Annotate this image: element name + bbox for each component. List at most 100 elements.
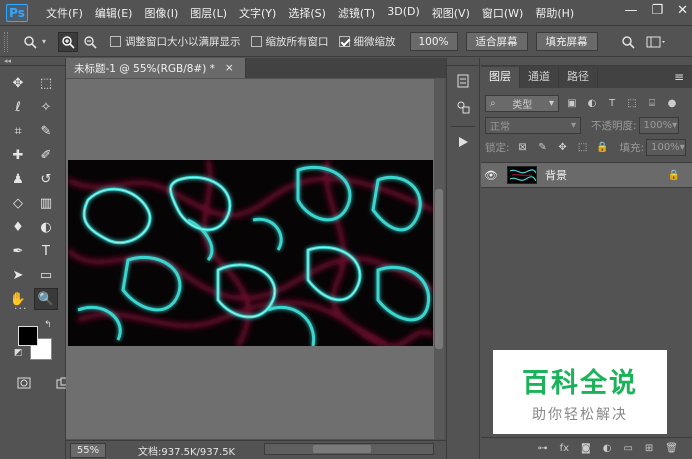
- lock-position-icon[interactable]: ✥: [556, 140, 570, 154]
- tool-preset-picker[interactable]: ▾: [20, 32, 46, 52]
- link-layers-icon[interactable]: ⊶: [538, 443, 548, 454]
- chevron-down-icon[interactable]: ▾: [42, 37, 46, 46]
- layer-filter-select[interactable]: ⌕ 类型 ▾: [485, 94, 559, 112]
- fx-icon[interactable]: fx: [560, 443, 569, 454]
- healing-brush-tool-icon[interactable]: ✚: [6, 144, 30, 166]
- new-group-icon[interactable]: ▭: [623, 443, 632, 454]
- clone-stamp-tool-icon[interactable]: ♟: [6, 168, 30, 190]
- menu-item[interactable]: 窗口(W): [476, 5, 529, 21]
- gradient-tool-icon[interactable]: ▥: [34, 192, 58, 214]
- filter-toggle-icon[interactable]: ●: [665, 96, 679, 110]
- smart-object-filter-icon[interactable]: ⌸: [645, 96, 659, 110]
- menu-item[interactable]: 文字(Y): [233, 5, 282, 21]
- magic-wand-tool-icon[interactable]: ✧: [34, 96, 58, 118]
- rectangle-tool-icon[interactable]: ▭: [34, 264, 58, 286]
- search-icon[interactable]: [618, 32, 638, 52]
- resize-windows-option[interactable]: 调整窗口大小以满屏显示: [110, 34, 241, 49]
- vertical-scrollbar[interactable]: [434, 79, 444, 439]
- history-panel-icon[interactable]: [450, 70, 476, 92]
- crop-tool-icon[interactable]: ⌗: [6, 120, 30, 142]
- pixel-filter-icon[interactable]: ▣: [565, 96, 579, 110]
- restore-button[interactable]: ❐: [651, 3, 663, 18]
- zoom-all-windows-option[interactable]: 缩放所有窗口: [250, 34, 329, 49]
- play-actions-icon[interactable]: [450, 131, 476, 153]
- tools-panel-header[interactable]: ◂◂: [0, 58, 65, 66]
- zoom-tool-icon[interactable]: 🔍: [34, 288, 58, 310]
- adjustment-layer-icon[interactable]: ◐: [603, 443, 612, 454]
- path-selection-tool-icon[interactable]: ➤: [6, 264, 30, 286]
- move-tool-icon[interactable]: ✥: [6, 72, 30, 94]
- opacity-field[interactable]: 100% ▾: [638, 116, 679, 134]
- zoom-in-icon[interactable]: [58, 31, 79, 52]
- add-mask-icon[interactable]: ◙: [581, 443, 591, 454]
- new-layer-icon[interactable]: ⊞: [645, 443, 653, 454]
- menu-item[interactable]: 滤镜(T): [332, 5, 381, 21]
- menu-item[interactable]: 文件(F): [40, 5, 89, 21]
- scrubby-zoom-checkbox[interactable]: [338, 36, 350, 47]
- document-image[interactable]: [68, 160, 433, 346]
- fill-field[interactable]: 100% ▾: [646, 138, 687, 156]
- minimize-button[interactable]: —: [624, 3, 637, 18]
- pen-tool-icon[interactable]: ✒: [6, 240, 30, 262]
- layer-row-background[interactable]: 👁 背景 🔒: [481, 162, 692, 188]
- scrubby-zoom-label: 细微缩放: [353, 36, 396, 48]
- brush-tool-icon[interactable]: ✐: [34, 144, 58, 166]
- zoom-out-icon[interactable]: [80, 32, 100, 52]
- eye-icon[interactable]: 👁: [481, 169, 501, 182]
- menu-item[interactable]: 编辑(E): [89, 5, 139, 21]
- scrubby-zoom-option[interactable]: 细微缩放: [338, 34, 396, 49]
- layers-panel-header[interactable]: [481, 58, 692, 66]
- zoom-tool-preset-icon[interactable]: [20, 32, 40, 52]
- blur-tool-icon[interactable]: ♦: [6, 216, 30, 238]
- properties-panel-icon[interactable]: [450, 96, 476, 118]
- delete-layer-icon[interactable]: 🗑: [665, 443, 678, 454]
- more-tools-icon[interactable]: ···: [14, 302, 28, 315]
- zoom-all-windows-checkbox[interactable]: [250, 36, 262, 47]
- tab-channels[interactable]: 通道: [520, 67, 559, 88]
- panel-grip[interactable]: [4, 31, 8, 52]
- foreground-color-swatch[interactable]: [18, 326, 38, 346]
- workspace-switcher-icon[interactable]: [644, 32, 670, 52]
- blend-mode-select[interactable]: 正常 ▾: [485, 116, 581, 134]
- menu-item[interactable]: 视图(V): [426, 5, 476, 21]
- close-tab-icon[interactable]: ×: [225, 62, 234, 74]
- menu-item[interactable]: 图像(I): [138, 5, 184, 21]
- menu-item[interactable]: 帮助(H): [529, 5, 580, 21]
- default-colors-icon[interactable]: ◩: [14, 348, 23, 358]
- lock-all-icon[interactable]: 🔒: [596, 140, 610, 154]
- close-button[interactable]: ✕: [677, 3, 688, 18]
- dodge-tool-icon[interactable]: ◐: [34, 216, 58, 238]
- history-brush-tool-icon[interactable]: ↺: [34, 168, 58, 190]
- marquee-tool-icon[interactable]: ⬚: [34, 72, 58, 94]
- eraser-tool-icon[interactable]: ◇: [6, 192, 30, 214]
- adjustment-filter-icon[interactable]: ◐: [585, 96, 599, 110]
- eyedropper-tool-icon[interactable]: ✎: [34, 120, 58, 142]
- menu-item[interactable]: 图层(L): [184, 5, 233, 21]
- menu-item[interactable]: 3D(D): [381, 5, 426, 21]
- swap-colors-icon[interactable]: ↰: [44, 320, 52, 330]
- type-tool-icon[interactable]: T: [34, 240, 58, 262]
- lasso-tool-icon[interactable]: ℓ: [6, 96, 30, 118]
- layers-panel-footer: ⊶ fx ◙ ◐ ▭ ⊞ 🗑: [481, 437, 692, 459]
- zoom-level-field[interactable]: 55%: [70, 442, 106, 458]
- horizontal-scroll-thumb[interactable]: [313, 445, 371, 453]
- quick-mask-icon[interactable]: [12, 372, 36, 394]
- vertical-scroll-thumb[interactable]: [435, 189, 443, 349]
- lock-transparent-icon[interactable]: ⊠: [516, 140, 530, 154]
- shape-filter-icon[interactable]: ⬚: [625, 96, 639, 110]
- zoom-100-button[interactable]: 100%: [409, 32, 458, 51]
- color-swatches: ↰ ◩: [14, 320, 58, 366]
- tab-layers[interactable]: 图层: [481, 67, 520, 88]
- document-tab[interactable]: 未标题-1 @ 55%(RGB/8#) * ×: [66, 58, 246, 78]
- menu-item[interactable]: 选择(S): [282, 5, 332, 21]
- fill-screen-button[interactable]: 填充屏幕: [535, 32, 598, 51]
- tab-paths[interactable]: 路径: [559, 67, 598, 88]
- type-filter-icon[interactable]: T: [605, 96, 619, 110]
- resize-windows-checkbox[interactable]: [110, 36, 122, 47]
- horizontal-scrollbar[interactable]: [264, 443, 434, 455]
- dock-header[interactable]: [447, 58, 479, 66]
- lock-artboard-icon[interactable]: ⬚: [576, 140, 590, 154]
- fit-screen-button[interactable]: 适合屏幕: [465, 32, 528, 51]
- panel-menu-icon[interactable]: ≡: [674, 70, 684, 84]
- lock-pixels-icon[interactable]: ✎: [536, 140, 550, 154]
